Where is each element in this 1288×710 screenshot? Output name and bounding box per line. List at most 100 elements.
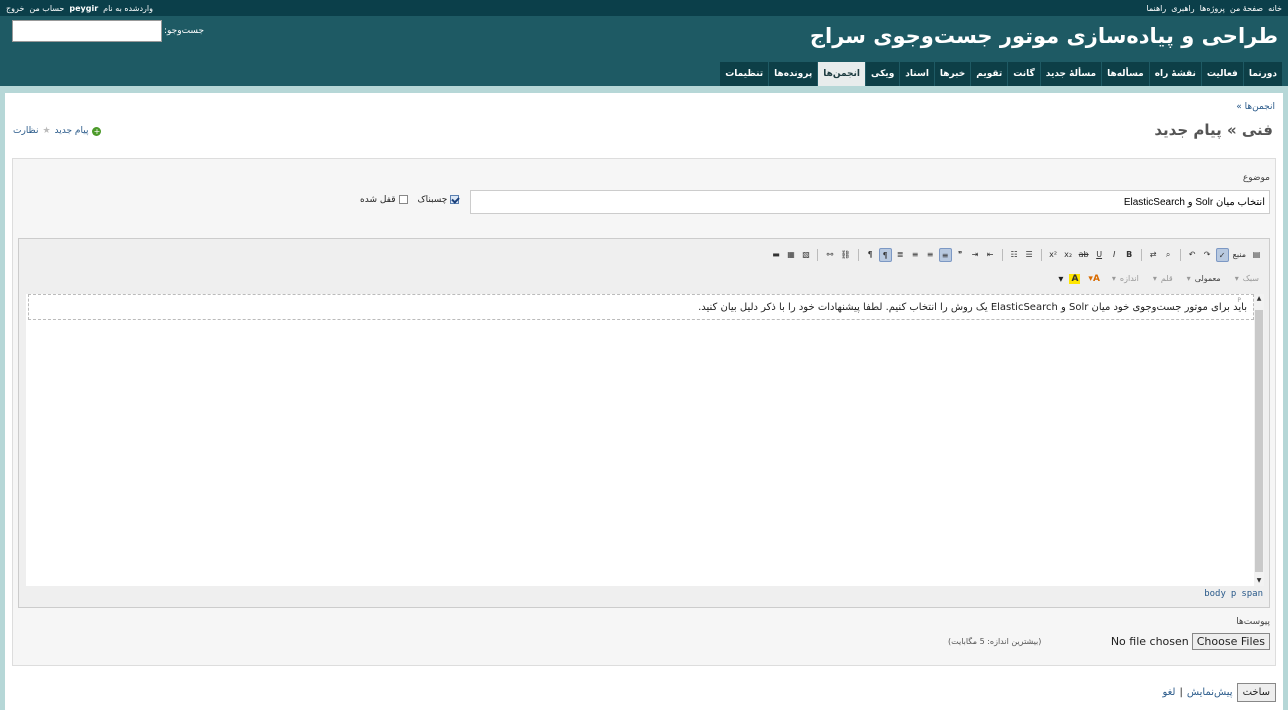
scrollbar-thumb[interactable] (1255, 310, 1263, 572)
top-menu-administration-link[interactable]: راهبری (1171, 4, 1194, 13)
tab-calendar[interactable]: تقویم (971, 62, 1008, 86)
redo-icon[interactable]: ↷ (1201, 248, 1214, 262)
subscript-icon[interactable]: x₂ (1062, 248, 1075, 262)
align-center-icon[interactable]: ≡ (924, 248, 937, 262)
underline-icon[interactable]: U (1093, 248, 1106, 262)
size-combo[interactable]: اندازه ▾ (1108, 271, 1143, 287)
path-p[interactable]: p (1231, 589, 1236, 599)
create-button[interactable]: ساخت (1236, 683, 1276, 702)
superscript-icon[interactable]: x² (1047, 248, 1060, 262)
subject-label: موضوع (1242, 173, 1270, 183)
paragraph-marker: P (1237, 297, 1241, 304)
sticky-checkbox[interactable] (450, 195, 460, 204)
top-menu: خانه صفحهٔ من پروژه‌ها راهبری راهنما وار… (0, 0, 1288, 16)
locked-checkbox[interactable] (398, 195, 408, 204)
top-menu-projects-link[interactable]: پروژه‌ها (1200, 4, 1225, 13)
tab-documents[interactable]: اسناد (900, 62, 934, 86)
breadcrumb[interactable]: انجمن‌ها » (1236, 102, 1275, 112)
find-icon[interactable]: ⌕ (1162, 248, 1175, 262)
size-combo-label: اندازه (1119, 274, 1139, 283)
tab-activity[interactable]: فعالیت (1201, 62, 1243, 86)
editor-scrollbar[interactable]: ▲ ▼ (1254, 294, 1264, 586)
rtl-direction-icon[interactable]: ¶ (878, 248, 892, 262)
logged-in-username[interactable]: peygir (69, 4, 98, 13)
outdent-icon[interactable]: ⇤ (984, 248, 997, 262)
replace-icon[interactable]: ⇄ (1147, 248, 1160, 262)
editor-toolbar-combos: سبک ▾ معمولی ▾ قلم ▾ اندازه ▾ A▾ A ▾ (1058, 271, 1263, 287)
tab-roadmap[interactable]: نقشهٔ راه (1149, 62, 1201, 86)
table-icon[interactable]: ▦ (784, 248, 797, 262)
choose-files-button[interactable]: Choose Files (1191, 633, 1270, 650)
numbered-list-icon[interactable]: ☰ (1023, 248, 1036, 262)
top-menu-my-page-link[interactable]: صفحهٔ من (1230, 4, 1263, 13)
top-menu-nav: خانه صفحهٔ من پروژه‌ها راهبری راهنما (1146, 4, 1282, 13)
align-left-icon[interactable]: ≡ (909, 248, 922, 262)
locked-option[interactable]: قفل شده (360, 195, 408, 205)
italic-icon[interactable]: I (1108, 248, 1121, 262)
top-menu-help-link[interactable]: راهنما (1146, 4, 1166, 13)
toolbar-separator (1040, 249, 1042, 261)
tab-files[interactable]: پرونده‌ها (769, 62, 818, 86)
sticky-option[interactable]: چسبناک (418, 195, 460, 205)
star-icon: ★ (42, 126, 51, 136)
tab-gantt[interactable]: گانت (1008, 62, 1040, 86)
blockquote-icon[interactable]: ❞ (954, 248, 967, 262)
tab-news[interactable]: خبرها (934, 62, 971, 86)
style-combo[interactable]: سبک ▾ (1231, 271, 1263, 287)
max-size-note: (بیشترین اندازه: 5 مگابایت) (948, 637, 1042, 646)
bold-icon[interactable]: B (1123, 248, 1136, 262)
scroll-up-arrow-icon[interactable]: ▲ (1254, 294, 1264, 304)
chevron-down-icon: ▾ (1186, 274, 1191, 283)
tab-settings[interactable]: تنظیمات (720, 62, 769, 86)
new-message-link[interactable]: پیام جدید (55, 126, 89, 136)
background-color-icon[interactable]: A (1069, 274, 1081, 284)
no-file-chosen: No file chosen (1110, 635, 1189, 648)
undo-icon[interactable]: ↶ (1186, 248, 1199, 262)
editor-content-text: باید برای موتور جست‌وجوی خود میان Solr و… (698, 302, 1247, 313)
unlink-icon[interactable]: ⚯ (823, 248, 836, 262)
bulleted-list-icon[interactable]: ☷ (1008, 248, 1021, 262)
tab-wiki[interactable]: ویکی (865, 62, 900, 86)
toolbar-separator (1140, 249, 1142, 261)
editor-paragraph[interactable]: P باید برای موتور جست‌وجوی خود میان Solr… (28, 294, 1254, 320)
tab-new-issue[interactable]: مسألهٔ جدید (1040, 62, 1102, 86)
format-combo-value: معمولی (1194, 274, 1221, 283)
source-button[interactable]: منبع (1231, 248, 1248, 262)
path-span[interactable]: span (1241, 589, 1263, 599)
justify-icon[interactable]: ≣ (894, 248, 907, 262)
spellcheck-icon[interactable]: ✓ (1215, 248, 1229, 262)
align-right-icon[interactable]: ≡ (938, 248, 952, 262)
tab-overview[interactable]: دورنما (1243, 62, 1282, 86)
text-color-icon[interactable]: A▾ (1086, 274, 1102, 284)
toolbar-separator (817, 249, 819, 261)
chevron-down-icon[interactable]: ▾ (1058, 274, 1063, 285)
scroll-down-arrow-icon[interactable]: ▼ (1254, 576, 1264, 586)
link-icon[interactable]: ⛓ (838, 248, 852, 262)
rich-text-editor: ▤ منبع ✓ ↷ ↶ ⌕ ⇄ B I U ab x₂ x² ☰ ☷ ⇤ ⇥ … (18, 238, 1270, 608)
font-combo[interactable]: قلم ▾ (1149, 271, 1177, 287)
logout-link[interactable]: خروج (6, 4, 24, 13)
image-icon[interactable]: ▧ (799, 248, 812, 262)
tab-forums[interactable]: انجمن‌ها (818, 62, 865, 86)
format-combo[interactable]: معمولی ▾ (1183, 271, 1225, 287)
watch-link[interactable]: نظارت (13, 126, 38, 136)
header: طراحی و پیاده‌سازی موتور جست‌وجوی سراج ج… (0, 16, 1288, 86)
source-icon[interactable]: ▤ (1250, 248, 1263, 262)
indent-icon[interactable]: ⇥ (969, 248, 982, 262)
tab-issues[interactable]: مسأله‌ها (1102, 62, 1149, 86)
subject-input[interactable] (470, 190, 1270, 214)
strikethrough-icon[interactable]: ab (1077, 248, 1091, 262)
editor-content-area[interactable]: P باید برای موتور جست‌وجوی خود میان Solr… (26, 294, 1264, 586)
toolbar-separator (857, 249, 859, 261)
main-menu: دورنما فعالیت نقشهٔ راه مسأله‌ها مسألهٔ … (720, 62, 1282, 86)
top-menu-home-link[interactable]: خانه (1268, 4, 1282, 13)
cancel-link[interactable]: لغو (1162, 687, 1175, 698)
preview-link[interactable]: پیش‌نمایش (1187, 687, 1233, 698)
my-account-link[interactable]: حساب من (29, 4, 64, 13)
ltr-direction-icon[interactable]: ¶ (864, 248, 877, 262)
horizontal-rule-icon[interactable]: ▬ (769, 248, 782, 262)
search-input[interactable] (12, 20, 162, 42)
sticky-label: چسبناک (417, 195, 448, 205)
path-body[interactable]: body (1204, 589, 1226, 599)
quick-search: جست‌وجو: (12, 20, 204, 42)
